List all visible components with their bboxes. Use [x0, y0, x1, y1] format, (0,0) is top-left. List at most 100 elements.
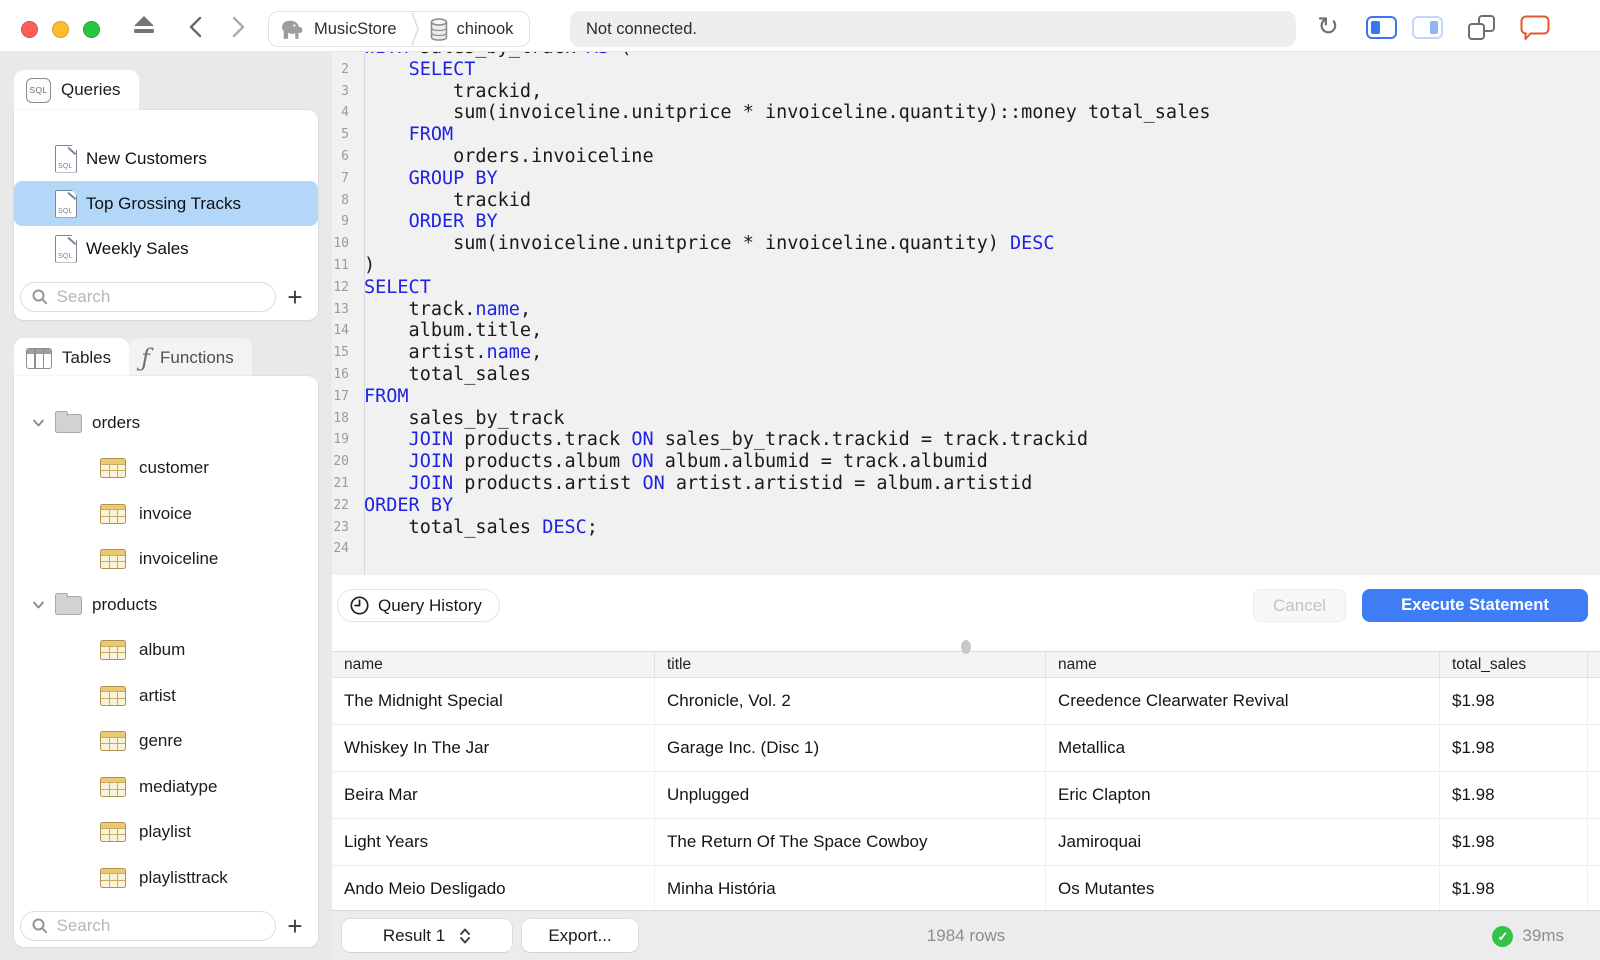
tree-table-row[interactable]: genre: [14, 719, 318, 765]
tab-functions[interactable]: ƒ Functions: [129, 338, 252, 378]
result-selector[interactable]: Result 1: [342, 919, 512, 952]
chevron-right-icon: [232, 16, 245, 38]
chevron-down-icon: [32, 419, 44, 427]
cell-total-sales: $1.98: [1440, 819, 1588, 865]
function-icon: ƒ: [141, 344, 151, 372]
splitter-drag-handle[interactable]: [961, 640, 971, 654]
cell-artist-name: Eric Clapton: [1046, 772, 1440, 818]
code-line: 1 WITH sales_by_track AS (: [332, 52, 1600, 59]
column-header[interactable]: total_sales: [1440, 652, 1588, 677]
refresh-button[interactable]: ↻: [1314, 11, 1342, 41]
cell-total-sales: $1.98: [1440, 772, 1588, 818]
line-number: 21: [333, 475, 349, 491]
tree-table-row[interactable]: playlist: [14, 810, 318, 856]
toggle-left-sidebar-button[interactable]: [1366, 16, 1397, 39]
search-icon: [32, 289, 47, 305]
new-window-button[interactable]: [1468, 15, 1495, 40]
sidebar: SQL Queries SQL New Customers SQL Top Gr…: [0, 52, 332, 960]
database-icon: [430, 17, 447, 41]
add-table-button[interactable]: +: [276, 911, 314, 941]
line-number: 6: [341, 148, 349, 164]
cell-album-title: Garage Inc. (Disc 1): [655, 725, 1046, 771]
execute-statement-button[interactable]: Execute Statement: [1362, 589, 1588, 622]
query-list-item[interactable]: SQL Top Grossing Tracks: [14, 181, 318, 226]
queries-search-field[interactable]: [20, 282, 276, 312]
tree-table-row[interactable]: mediatype: [14, 764, 318, 810]
column-header[interactable]: title: [655, 652, 1046, 677]
cell-track-name: Beira Mar: [332, 772, 655, 818]
table-row[interactable]: Light Years The Return Of The Space Cowb…: [332, 819, 1600, 866]
query-list: SQL New Customers SQL Top Grossing Track…: [14, 110, 318, 271]
sql-editor[interactable]: 1 WITH sales_by_track AS ( 2 SELECT 3 tr…: [332, 52, 1600, 575]
queries-search-input[interactable]: [54, 286, 275, 308]
line-number: 11: [333, 257, 349, 273]
tree-table-row[interactable]: customer: [14, 446, 318, 492]
table-row[interactable]: Whiskey In The Jar Garage Inc. (Disc 1) …: [332, 725, 1600, 772]
queries-panel: SQL New Customers SQL Top Grossing Track…: [14, 110, 318, 320]
table-row[interactable]: Ando Meio Desligado Minha História Os Mu…: [332, 866, 1600, 910]
breadcrumb-server[interactable]: MusicStore: [314, 20, 397, 39]
table-row[interactable]: The Midnight Special Chronicle, Vol. 2 C…: [332, 678, 1600, 725]
tree-table-row[interactable]: album: [14, 628, 318, 674]
export-button[interactable]: Export...: [522, 919, 638, 952]
line-number: 9: [341, 214, 349, 230]
breadcrumb-database[interactable]: chinook: [457, 20, 514, 39]
search-icon: [32, 918, 47, 934]
breadcrumb[interactable]: MusicStore chinook: [268, 11, 531, 47]
line-number: 19: [333, 432, 349, 448]
tree-folder-row[interactable]: products: [14, 582, 318, 628]
tab-queries[interactable]: SQL Queries: [14, 70, 139, 110]
sql-file-icon: SQL: [55, 189, 77, 218]
code-line: 13 track.name,: [333, 298, 532, 320]
code-line: 16 total_sales: [333, 363, 532, 385]
line-number: 12: [333, 279, 349, 295]
cell-track-name: Whiskey In The Jar: [332, 725, 655, 771]
line-number: 8: [341, 192, 349, 208]
tree-table-row[interactable]: invoiceline: [14, 537, 318, 583]
tree-table-row[interactable]: artist: [14, 673, 318, 719]
query-item-label: Top Grossing Tracks: [86, 193, 241, 213]
table-icon: [100, 731, 126, 752]
right-sidebar-icon: [1430, 21, 1438, 34]
sql-badge-icon: SQL: [26, 77, 51, 103]
toggle-right-sidebar-button[interactable]: [1412, 16, 1443, 39]
code-line: 23 total_sales DESC;: [333, 516, 598, 538]
zoom-window-button[interactable]: [83, 21, 100, 38]
tables-search-field[interactable]: [20, 911, 276, 941]
line-number: 10: [333, 236, 349, 252]
cell-track-name: The Midnight Special: [332, 678, 655, 724]
cancel-button[interactable]: Cancel: [1253, 589, 1346, 622]
query-timing: ✓ 39ms: [1492, 911, 1564, 960]
tables-search-input[interactable]: [54, 915, 275, 937]
query-list-item[interactable]: SQL Weekly Sales: [14, 226, 318, 271]
tree-table-row[interactable]: playlisttrack: [14, 855, 318, 901]
status-bar: 1984 rows Result 1 Export... ✓ 39ms: [332, 910, 1600, 960]
query-list-item[interactable]: SQL New Customers: [14, 136, 318, 181]
tables-panel: orders customer invoice invoiceline prod…: [14, 376, 318, 947]
forward-button[interactable]: [226, 15, 248, 39]
feedback-button[interactable]: [1519, 14, 1551, 42]
line-number: 18: [333, 410, 349, 426]
tab-tables[interactable]: Tables: [14, 338, 130, 378]
tree-folder-row[interactable]: orders: [14, 400, 318, 446]
line-number: 1: [332, 52, 356, 59]
folder-icon: [55, 593, 82, 616]
query-history-button[interactable]: Query History: [337, 589, 500, 622]
cell-artist-name: Metallica: [1046, 725, 1440, 771]
disconnect-eject-button[interactable]: [133, 16, 155, 33]
table-name: album: [139, 640, 186, 660]
code-line: 4 sum(invoiceline.unitprice * invoicelin…: [332, 102, 1600, 124]
back-button[interactable]: [186, 15, 208, 39]
line-number: 23: [333, 519, 349, 535]
column-header[interactable]: name: [332, 652, 655, 677]
table-row[interactable]: Beira Mar Unplugged Eric Clapton $1.98: [332, 772, 1600, 819]
table-icon: [100, 640, 126, 661]
table-icon: [100, 867, 126, 888]
tree-table-row[interactable]: invoice: [14, 491, 318, 537]
column-header[interactable]: name: [1046, 652, 1440, 677]
add-query-button[interactable]: +: [276, 282, 314, 312]
code-line: 12 SELECT: [333, 276, 431, 298]
minimize-window-button[interactable]: [52, 21, 69, 38]
schema-name: products: [92, 594, 158, 614]
close-window-button[interactable]: [21, 21, 38, 38]
